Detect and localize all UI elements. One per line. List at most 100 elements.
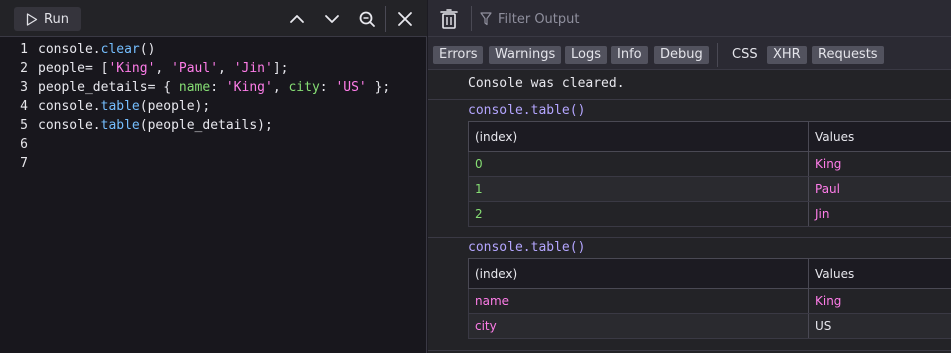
table-cell-index: 0 <box>469 152 809 176</box>
code-token: ]; <box>272 61 289 76</box>
column-header-index[interactable]: (index) <box>469 259 809 288</box>
line-number: 7 <box>20 156 28 171</box>
chevron-down-icon[interactable] <box>322 9 342 29</box>
console-table-label: console.table() <box>468 240 586 255</box>
code-token: }; <box>366 80 391 95</box>
toolbar-divider <box>471 6 472 31</box>
code-token: table <box>100 118 140 133</box>
console-messages: Console was cleared. console.table() (in… <box>428 70 951 353</box>
filter-css-button[interactable]: CSS <box>726 46 764 64</box>
table-row: 1 Paul <box>468 177 951 202</box>
column-header-values[interactable]: Values <box>809 122 951 151</box>
code-text: console.table(people); <box>38 97 210 116</box>
code-token: : <box>319 80 336 95</box>
line-number: 5 <box>20 118 28 133</box>
code-token: , <box>155 61 172 76</box>
code-token: people_details= { <box>38 80 179 95</box>
code-line[interactable]: 3 people_details= { name: 'King', city: '… <box>0 78 426 97</box>
code-line[interactable]: 6 <box>0 135 426 154</box>
line-number: 1 <box>20 42 28 57</box>
code-line[interactable]: 4 console.table(people); <box>0 97 426 116</box>
filter-xhr-button[interactable]: XHR <box>767 46 807 64</box>
message-divider <box>428 350 951 351</box>
message-divider <box>428 99 951 100</box>
code-token: table <box>100 99 140 114</box>
code-token: 'King' <box>225 80 273 95</box>
table-row: name King <box>468 289 951 314</box>
code-token: city <box>288 80 320 95</box>
code-token: 'US' <box>335 80 367 95</box>
playground-root: Run 1 console.clear() 2 people= ['King', 'P… <box>0 0 951 353</box>
code-token: , <box>218 61 234 76</box>
table-cell-index: 1 <box>469 177 809 201</box>
chevron-up-icon[interactable] <box>287 9 307 29</box>
console-toolbar: Filter Output <box>428 0 951 37</box>
console-table: (index) Values name King city US <box>468 258 951 339</box>
table-cell-value: Paul <box>815 182 840 196</box>
table-cell-value: Jin <box>815 207 830 221</box>
code-token: (people); <box>139 99 211 114</box>
editor-toolbar: Run <box>0 0 427 37</box>
trash-icon[interactable] <box>439 8 459 30</box>
run-button[interactable]: Run <box>14 7 81 31</box>
message-divider <box>428 237 951 238</box>
console-table: (index) Values 0 King 1 Paul 2 Jin <box>468 121 951 227</box>
filter-placeholder: Filter Output <box>498 11 580 27</box>
table-header: (index) Values <box>468 258 951 289</box>
table-cell-index: 2 <box>469 202 809 226</box>
table-cell-value: US <box>815 319 832 333</box>
run-button-label: Run <box>44 11 69 27</box>
code-token: 'Paul' <box>171 61 219 76</box>
code-token: console. <box>38 118 101 133</box>
filter-warnings-button[interactable]: Warnings <box>489 46 562 64</box>
filter-logs-button[interactable]: Logs <box>565 46 607 64</box>
code-token: () <box>139 42 156 57</box>
code-token: people= [ <box>38 61 109 76</box>
code-token: console. <box>38 42 101 57</box>
code-text: people= ['King', 'Paul', 'Jin']; <box>38 59 289 78</box>
search-icon[interactable] <box>357 9 377 29</box>
code-line[interactable]: 7 <box>0 154 426 173</box>
code-line[interactable]: 1 console.clear() <box>0 40 426 59</box>
table-row: city US <box>468 314 951 339</box>
code-token: clear <box>100 42 140 57</box>
table-row: 2 Jin <box>468 202 951 227</box>
column-header-values[interactable]: Values <box>809 259 951 288</box>
code-token: : <box>210 80 226 95</box>
line-number: 6 <box>20 137 28 152</box>
code-text: console.table(people_details); <box>38 116 273 135</box>
code-editor-panel: Run 1 console.clear() 2 people= ['King', 'P… <box>0 0 427 353</box>
code-token: 'Jin' <box>233 61 273 76</box>
table-cell-value: King <box>815 294 842 308</box>
console-panel: Filter Output Errors Warnings Logs Info … <box>428 0 951 353</box>
close-icon[interactable] <box>395 9 415 29</box>
filter-errors-button[interactable]: Errors <box>433 46 484 64</box>
toolbar-divider <box>385 6 386 32</box>
code-text: console.clear() <box>38 40 155 59</box>
line-number: 3 <box>20 80 28 95</box>
filter-info-button[interactable]: Info <box>611 46 648 64</box>
table-cell-index: name <box>469 289 809 313</box>
filter-output-input[interactable]: Filter Output <box>480 10 580 28</box>
log-level-filter-bar: Errors Warnings Logs Info Debug CSS XHR … <box>428 37 951 70</box>
code-token: 'King' <box>108 61 156 76</box>
console-table-label: console.table() <box>468 103 586 118</box>
column-header-index[interactable]: (index) <box>469 122 809 151</box>
console-cleared-message: Console was cleared. <box>468 76 625 91</box>
code-area[interactable]: 1 console.clear() 2 people= ['King', 'Paul'… <box>0 40 426 173</box>
table-header: (index) Values <box>468 121 951 152</box>
code-line[interactable]: 5 console.table(people_details); <box>0 116 426 135</box>
play-icon <box>26 12 38 26</box>
code-line[interactable]: 2 people= ['King', 'Paul', 'Jin']; <box>0 59 426 78</box>
filter-icon <box>480 12 492 26</box>
line-number: 4 <box>20 99 28 114</box>
line-number: 2 <box>20 61 28 76</box>
filter-divider <box>717 43 718 67</box>
code-token: console. <box>38 99 101 114</box>
table-row: 0 King <box>468 152 951 177</box>
code-text: people_details= { name: 'King', city: 'U… <box>38 78 390 97</box>
code-token: , <box>272 80 289 95</box>
table-cell-value: King <box>815 157 842 171</box>
filter-debug-button[interactable]: Debug <box>654 46 709 64</box>
filter-requests-button[interactable]: Requests <box>812 46 884 64</box>
